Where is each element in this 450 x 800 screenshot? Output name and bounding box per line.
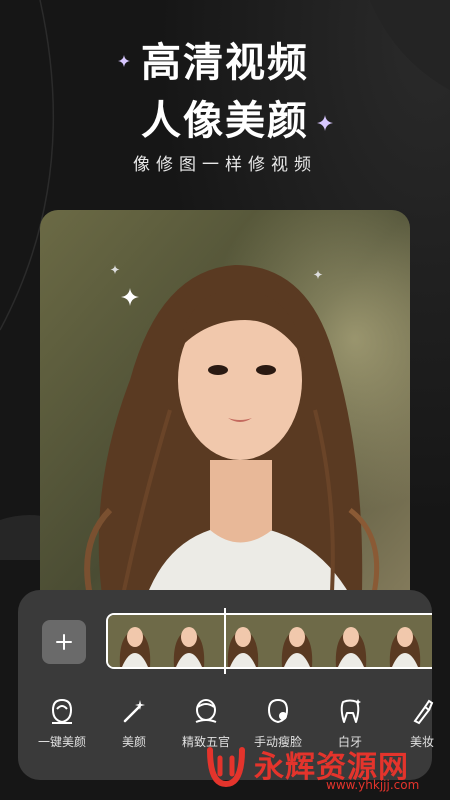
timeline-playhead[interactable]	[224, 608, 226, 674]
subtitle: 像修图一样修视频	[133, 155, 317, 175]
tool-label: 一键美颜	[37, 735, 86, 749]
timeline-frame	[108, 615, 162, 667]
makeup-brush-icon	[413, 699, 434, 725]
tool-one-tap-beauty[interactable]: 一键美颜	[22, 695, 102, 750]
tooth-icon	[340, 699, 361, 723]
watermark: 永辉资源网 www.yhkjjj.com	[196, 742, 450, 792]
plus-icon	[56, 634, 72, 650]
magic-wand-icon	[123, 700, 145, 723]
tool-beauty[interactable]: 美颜	[94, 695, 174, 750]
timeline-frame	[378, 615, 432, 667]
face-outline-icon	[195, 699, 217, 723]
timeline-frame	[162, 615, 216, 667]
face-slim-icon	[267, 698, 289, 724]
portrait-photo	[40, 210, 410, 640]
watermark-logo	[207, 747, 245, 788]
tool-label: 美颜	[121, 735, 146, 749]
add-clip-button[interactable]	[42, 620, 86, 664]
headline-line-1: 高清视频	[141, 40, 309, 86]
headline-line-2: 人像美颜	[141, 98, 309, 144]
timeline-frame	[270, 615, 324, 667]
face-magic-icon	[51, 698, 73, 724]
watermark-url: www.yhkjjj.com	[326, 778, 420, 792]
timeline-frame	[324, 615, 378, 667]
video-timeline[interactable]	[106, 613, 432, 669]
sparkle-icon	[118, 55, 130, 67]
sparkle-icon	[317, 115, 333, 131]
